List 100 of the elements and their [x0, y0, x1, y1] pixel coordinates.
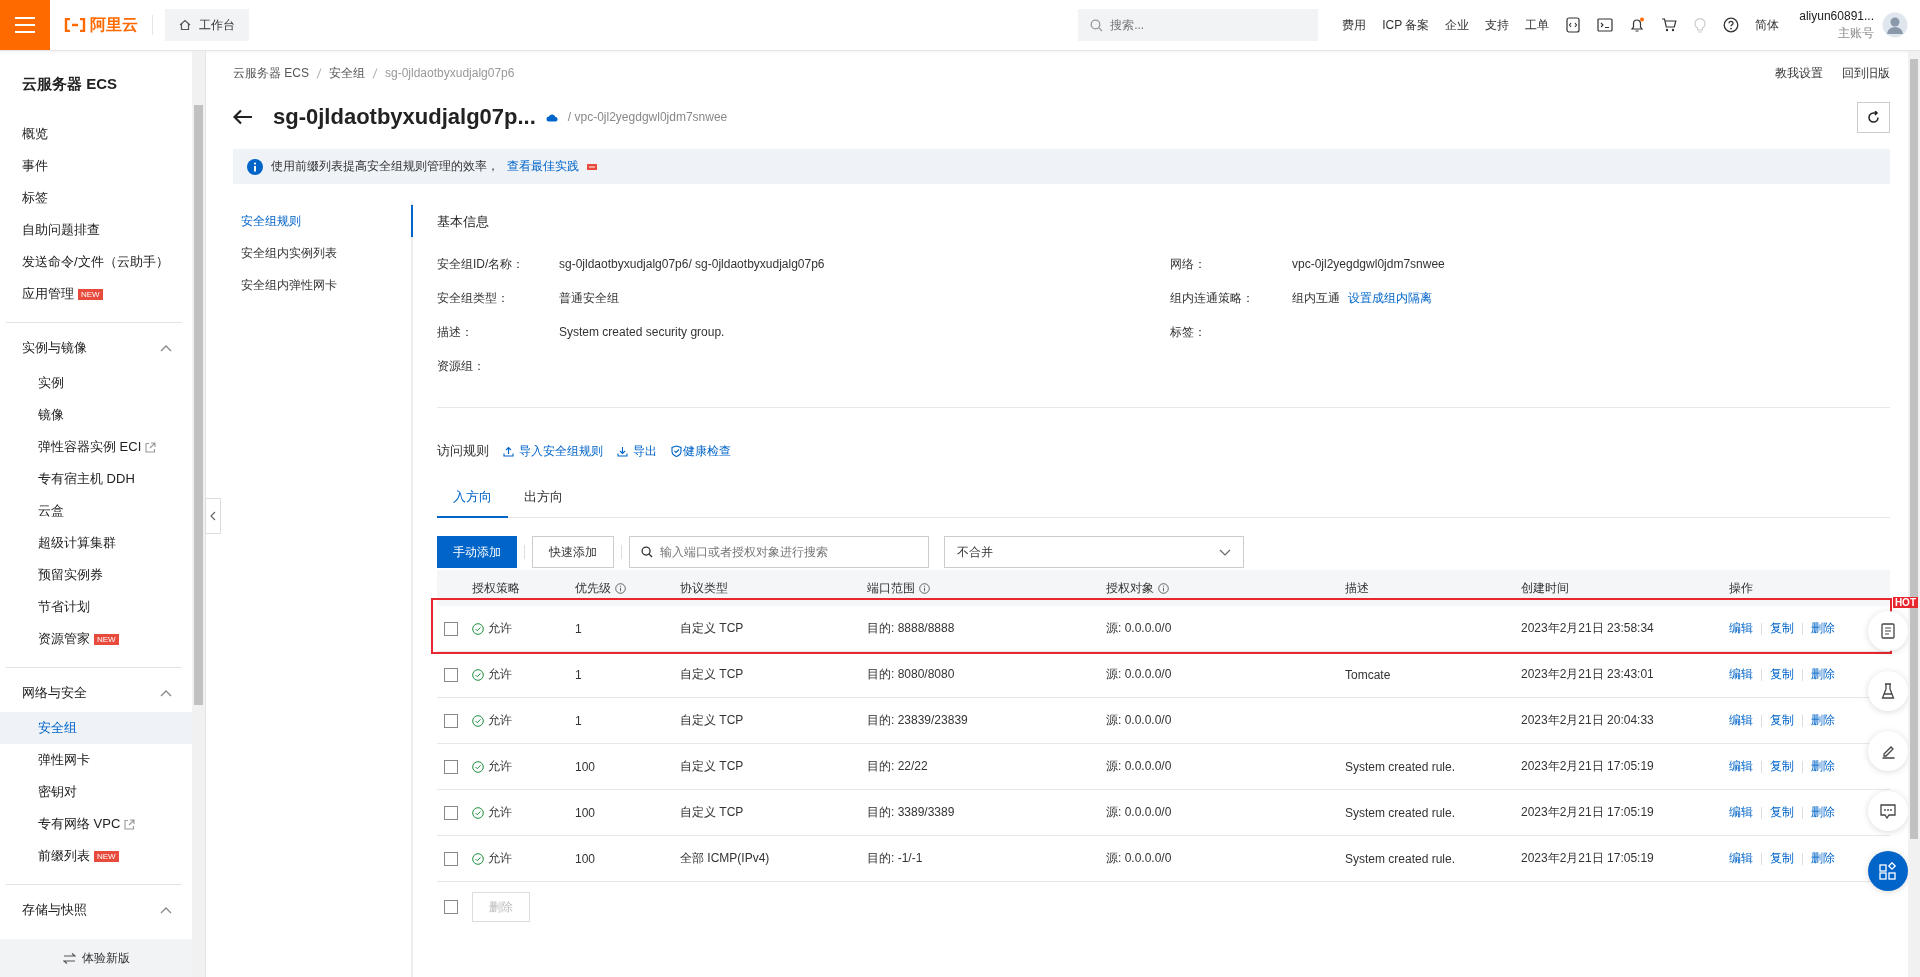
code-icon[interactable]: [1565, 17, 1582, 33]
column-header: 操作: [1729, 579, 1753, 597]
table-cell: 2023年2月21日 17:05:19: [1521, 850, 1654, 867]
direction-tab[interactable]: 入方向: [437, 488, 508, 518]
sidebar-item[interactable]: 镜像: [0, 399, 182, 431]
manual-add-button[interactable]: 手动添加: [437, 536, 517, 568]
bell-icon[interactable]: [1629, 17, 1646, 33]
sidebar-item[interactable]: 前缀列表 NEW: [0, 840, 182, 872]
collapse-handle[interactable]: [205, 498, 221, 534]
row-action-link[interactable]: 删除: [1811, 712, 1835, 729]
field-value: System created security group.: [559, 325, 725, 339]
header-link[interactable]: 教我设置: [1775, 64, 1823, 82]
sidebar-item[interactable]: 实例: [0, 367, 182, 399]
row-action-link[interactable]: 复制: [1770, 712, 1794, 729]
row-action-link[interactable]: 编辑: [1729, 804, 1753, 821]
new-version-button[interactable]: 体验新版: [0, 939, 192, 977]
menu-button[interactable]: [0, 0, 50, 50]
breadcrumb-link[interactable]: 云服务器 ECS: [233, 64, 309, 82]
breadcrumb-link[interactable]: 安全组: [329, 64, 365, 82]
refresh-button[interactable]: [1857, 101, 1890, 133]
top-link[interactable]: 企业: [1445, 16, 1470, 34]
sidebar-group-header[interactable]: 网络与安全: [6, 674, 182, 712]
sidebar-group-header[interactable]: 实例与镜像: [6, 329, 182, 367]
sidebar-item[interactable]: 超级计算集群: [0, 527, 182, 559]
scrollbar[interactable]: [192, 51, 205, 977]
sidebar-item[interactable]: 自助问题排查: [0, 214, 182, 246]
rule-action-link[interactable]: 导入安全组规则: [503, 442, 603, 460]
isolate-link[interactable]: 设置成组内隔离: [1348, 289, 1432, 307]
subnav-item[interactable]: 安全组内实例列表: [233, 237, 413, 269]
sidebar-item[interactable]: 安全组: [0, 712, 192, 744]
row-action-link[interactable]: 复制: [1770, 620, 1794, 637]
top-link[interactable]: 支持: [1485, 16, 1510, 34]
sidebar-item[interactable]: 云盒: [0, 495, 182, 527]
row-checkbox[interactable]: [444, 805, 458, 820]
search-field[interactable]: 搜索...: [1078, 9, 1319, 41]
table-cell: 目的: 3389/3389: [867, 804, 955, 821]
row-action-link[interactable]: 编辑: [1729, 758, 1753, 775]
best-practice-link[interactable]: 查看最佳实践: [507, 158, 579, 175]
sidebar-item[interactable]: 应用管理 NEW: [0, 278, 182, 310]
quick-add-button[interactable]: 快速添加: [532, 536, 614, 568]
back-arrow-icon[interactable]: [233, 109, 253, 125]
top-link[interactable]: 工单: [1525, 16, 1550, 34]
avatar-icon[interactable]: [1882, 12, 1908, 38]
help-icon[interactable]: [1723, 17, 1740, 33]
row-checkbox[interactable]: [444, 759, 458, 774]
row-checkbox[interactable]: [444, 667, 458, 682]
table-cell: 2023年2月21日 23:43:01: [1521, 666, 1654, 683]
subnav-item[interactable]: 安全组内弹性网卡: [233, 269, 413, 301]
sidebar-item[interactable]: 资源管家 NEW: [0, 623, 182, 655]
document-button[interactable]: [1868, 611, 1908, 651]
apps-button[interactable]: [1868, 851, 1908, 891]
table-cell: 100: [575, 805, 596, 820]
sidebar-group-header[interactable]: 存储与快照: [6, 891, 182, 929]
rule-action-link[interactable]: 导出: [617, 442, 657, 460]
sidebar-item[interactable]: 标签: [0, 182, 182, 214]
merge-select[interactable]: 不合并: [944, 536, 1244, 568]
new-badge: NEW: [78, 288, 103, 300]
row-action-link[interactable]: 复制: [1770, 758, 1794, 775]
row-checkbox[interactable]: [444, 621, 458, 636]
row-action-link[interactable]: 编辑: [1729, 666, 1753, 683]
direction-tab[interactable]: 出方向: [508, 488, 579, 518]
row-action-link[interactable]: 编辑: [1729, 850, 1753, 867]
row-action-link[interactable]: 复制: [1770, 850, 1794, 867]
sidebar-item[interactable]: 事件: [0, 150, 182, 182]
top-link[interactable]: 费用: [1342, 16, 1367, 34]
row-action-link[interactable]: 复制: [1770, 666, 1794, 683]
flask-button[interactable]: [1868, 671, 1908, 711]
row-action-link[interactable]: 删除: [1811, 850, 1835, 867]
workbench-button[interactable]: 工作台: [165, 9, 249, 41]
subnav-item[interactable]: 安全组规则: [233, 205, 413, 237]
row-action-link[interactable]: 删除: [1811, 620, 1835, 637]
row-action-link[interactable]: 编辑: [1729, 712, 1753, 729]
sidebar-item[interactable]: 专有网络 VPC: [0, 808, 182, 840]
row-action-link[interactable]: 编辑: [1729, 620, 1753, 637]
terminal-icon[interactable]: [1597, 18, 1614, 32]
language-link[interactable]: 简体: [1755, 16, 1780, 34]
table-cell: 目的: 8080/8080: [867, 666, 955, 683]
cart-icon[interactable]: [1661, 17, 1678, 33]
rule-action-link[interactable]: 健康检查: [671, 442, 731, 460]
sidebar-item[interactable]: 弹性容器实例 ECI: [0, 431, 182, 463]
sidebar-item[interactable]: 密钥对: [0, 776, 182, 808]
sidebar-item[interactable]: 节省计划: [0, 591, 182, 623]
sidebar-item[interactable]: 预留实例券: [0, 559, 182, 591]
edit-button[interactable]: [1868, 731, 1908, 771]
table-cell: 允许: [488, 758, 512, 775]
header-link[interactable]: 回到旧版: [1842, 64, 1890, 82]
table-cell: 自定义 TCP: [680, 712, 744, 729]
row-action-link[interactable]: 删除: [1811, 758, 1835, 775]
row-action-link[interactable]: 删除: [1811, 666, 1835, 683]
top-link[interactable]: ICP 备案: [1382, 16, 1430, 34]
rule-search-field[interactable]: 输入端口或者授权对象进行搜索: [629, 536, 929, 568]
row-action-link[interactable]: 复制: [1770, 804, 1794, 821]
sidebar-item[interactable]: 弹性网卡: [0, 744, 182, 776]
sidebar-item[interactable]: 概览: [0, 118, 182, 150]
sidebar-item[interactable]: 发送命令/文件（云助手）: [0, 246, 182, 278]
feedback-button[interactable]: [1868, 791, 1908, 831]
row-checkbox[interactable]: [444, 713, 458, 728]
row-action-link[interactable]: 删除: [1811, 804, 1835, 821]
sidebar-item[interactable]: 专有宿主机 DDH: [0, 463, 182, 495]
row-checkbox[interactable]: [444, 851, 458, 866]
